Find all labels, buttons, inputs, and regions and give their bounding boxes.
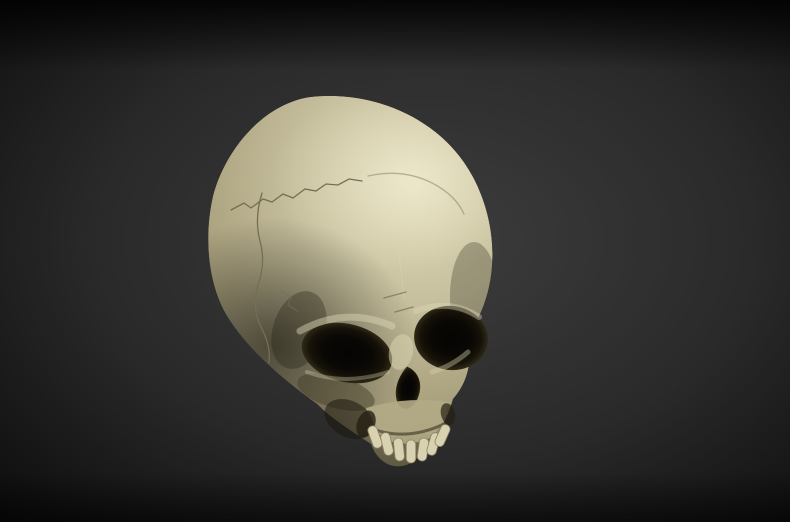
viewport-canvas[interactable] — [0, 0, 790, 522]
sculpt-viewport[interactable] — [0, 0, 790, 522]
bottom-vignette — [0, 472, 790, 522]
top-vignette — [0, 0, 790, 70]
tooth — [405, 439, 417, 464]
tooth — [393, 437, 405, 462]
